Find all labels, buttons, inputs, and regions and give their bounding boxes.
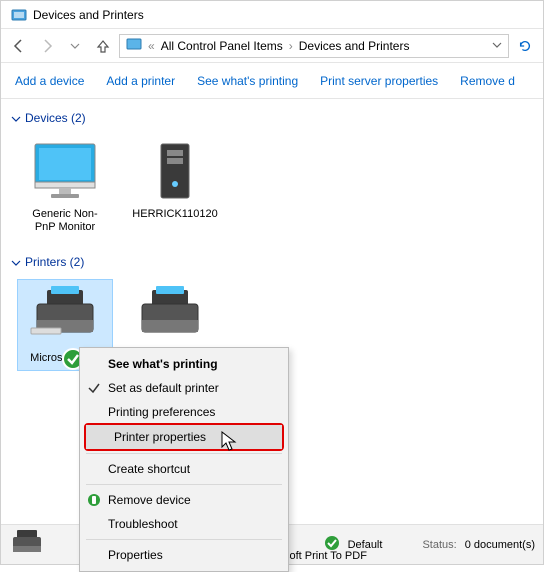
cmd-add-printer[interactable]: Add a printer bbox=[106, 74, 175, 88]
printer-icon bbox=[132, 284, 198, 348]
chevron-down-icon bbox=[11, 113, 21, 123]
check-icon bbox=[86, 380, 102, 396]
device-tower-label: HERRICK110120 bbox=[132, 208, 218, 221]
refresh-button[interactable] bbox=[513, 34, 537, 58]
ctx-separator bbox=[86, 539, 282, 540]
status-status-value: 0 document(s) bbox=[465, 539, 535, 551]
ctx-label: Create shortcut bbox=[108, 462, 190, 476]
cmd-print-server[interactable]: Print server properties bbox=[320, 74, 438, 88]
navbar: « All Control Panel Items › Devices and … bbox=[1, 29, 543, 63]
control-panel-crumb-icon bbox=[124, 36, 144, 55]
context-menu: See what's printing Set as default print… bbox=[79, 347, 289, 572]
ctx-properties[interactable]: Properties bbox=[80, 543, 288, 567]
status-state-value: Default bbox=[348, 539, 383, 551]
ctx-label: Printer properties bbox=[114, 430, 206, 444]
breadcrumb-item-2[interactable]: Devices and Printers bbox=[297, 39, 412, 53]
ctx-label: Printing preferences bbox=[108, 405, 215, 419]
group-header-devices[interactable]: Devices (2) bbox=[11, 105, 533, 131]
group-header-printers[interactable]: Printers (2) bbox=[11, 249, 533, 275]
cmd-add-device[interactable]: Add a device bbox=[15, 74, 84, 88]
ctx-set-default[interactable]: Set as default printer bbox=[80, 376, 288, 400]
control-panel-icon bbox=[11, 7, 27, 23]
ctx-label: Set as default printer bbox=[108, 381, 219, 395]
status-status-label: Status: bbox=[422, 539, 456, 551]
cmd-see-printing[interactable]: See what's printing bbox=[197, 74, 298, 88]
breadcrumb-item-1[interactable]: All Control Panel Items bbox=[159, 39, 285, 53]
ctx-label: Properties bbox=[108, 548, 163, 562]
up-button[interactable] bbox=[91, 34, 115, 58]
remove-device-icon bbox=[86, 492, 102, 508]
recent-dropdown[interactable] bbox=[63, 34, 87, 58]
printer-icon bbox=[22, 284, 108, 348]
device-monitor-label: Generic Non-PnP Monitor bbox=[22, 208, 108, 234]
devices-items: Generic Non-PnP Monitor HERRICK110120 bbox=[11, 131, 533, 249]
ctx-separator bbox=[86, 453, 282, 454]
ctx-printer-properties[interactable]: Printer properties bbox=[86, 425, 282, 449]
titlebar: Devices and Printers bbox=[1, 1, 543, 29]
group-label-printers: Printers (2) bbox=[25, 255, 84, 269]
ctx-separator bbox=[86, 484, 282, 485]
ctx-printing-prefs[interactable]: Printing preferences bbox=[80, 400, 288, 424]
ctx-label: See what's printing bbox=[108, 357, 218, 371]
ctx-label: Troubleshoot bbox=[108, 517, 178, 531]
address-dropdown-icon[interactable] bbox=[490, 39, 504, 53]
monitor-icon bbox=[22, 140, 108, 204]
window-title: Devices and Printers bbox=[33, 8, 144, 22]
crumb-sep-icon: « bbox=[146, 39, 157, 53]
back-button[interactable] bbox=[7, 34, 31, 58]
device-tower[interactable]: HERRICK110120 bbox=[127, 135, 223, 239]
tower-icon bbox=[132, 140, 218, 204]
forward-button[interactable] bbox=[35, 34, 59, 58]
address-bar[interactable]: « All Control Panel Items › Devices and … bbox=[119, 34, 509, 58]
status-printer-icon bbox=[9, 528, 45, 561]
ctx-remove-device[interactable]: Remove device bbox=[80, 488, 288, 512]
chevron-down-icon bbox=[11, 257, 21, 267]
group-label-devices: Devices (2) bbox=[25, 111, 86, 125]
chevron-right-icon: › bbox=[287, 39, 295, 53]
device-monitor[interactable]: Generic Non-PnP Monitor bbox=[17, 135, 113, 239]
ctx-troubleshoot[interactable]: Troubleshoot bbox=[80, 512, 288, 536]
cmd-remove-device[interactable]: Remove d bbox=[460, 74, 515, 88]
ctx-label: Remove device bbox=[108, 493, 191, 507]
command-bar: Add a device Add a printer See what's pr… bbox=[1, 63, 543, 99]
ctx-see-printing[interactable]: See what's printing bbox=[80, 352, 288, 376]
ctx-create-shortcut[interactable]: Create shortcut bbox=[80, 457, 288, 481]
